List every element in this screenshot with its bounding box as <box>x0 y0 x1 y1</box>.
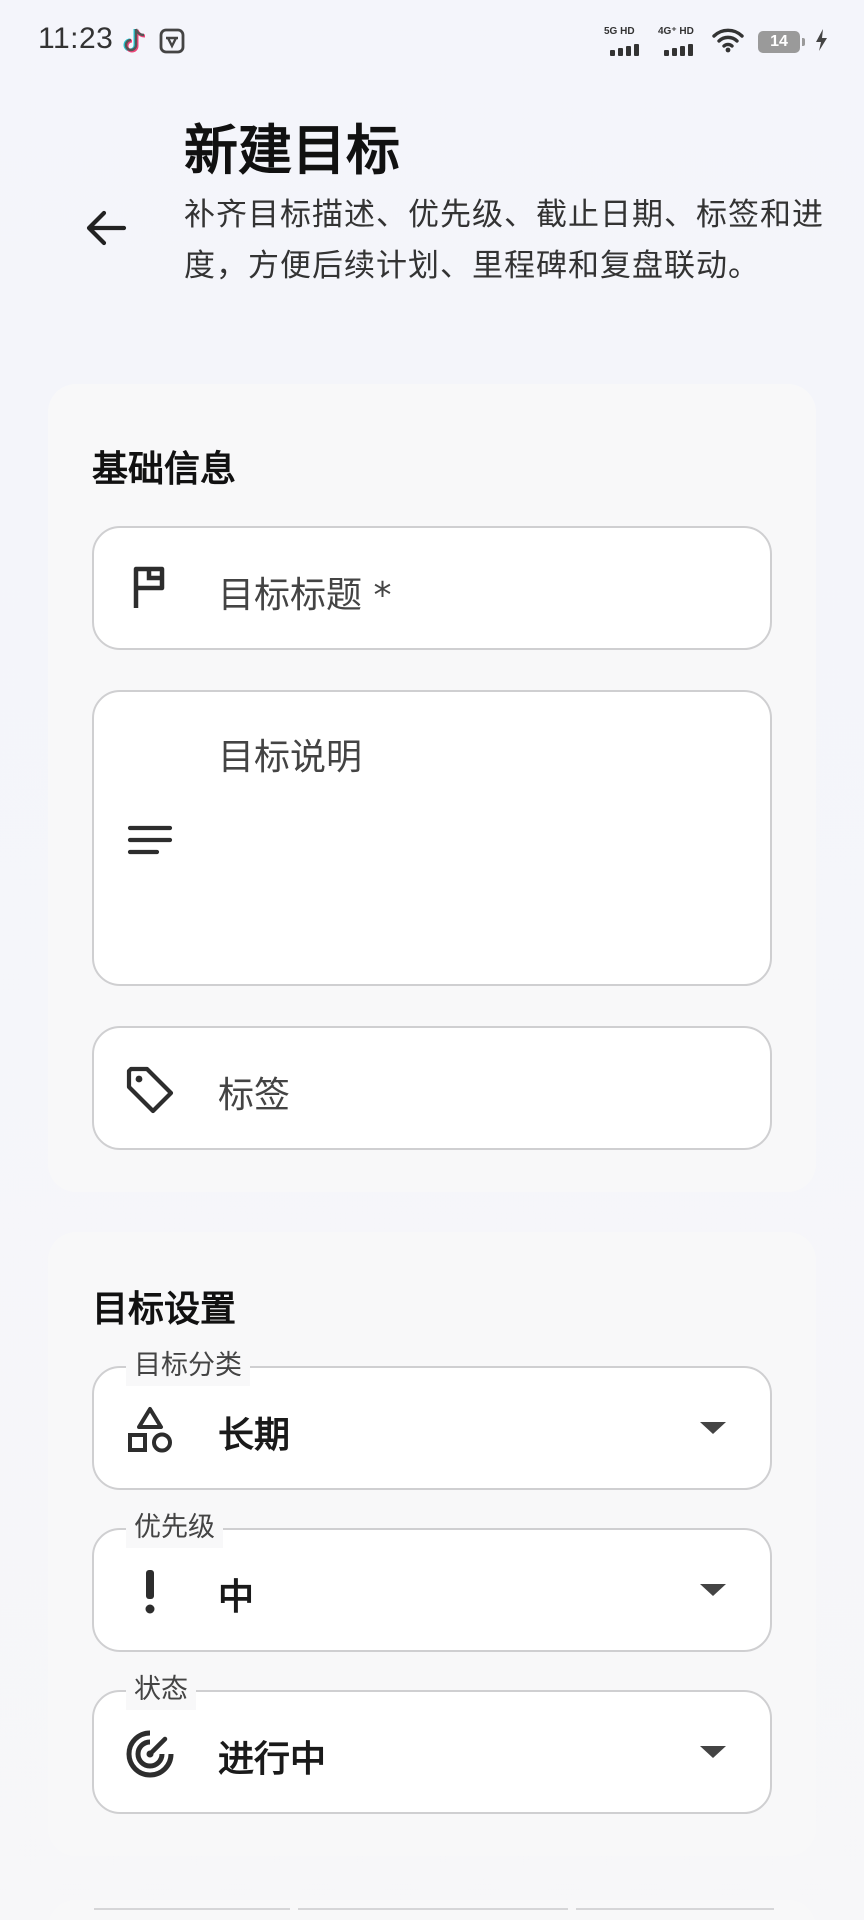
page-title: 新建目标 <box>184 119 400 182</box>
back-arrow-icon <box>86 210 127 246</box>
signal-4g-icon: 4G⁺ HD <box>658 26 698 58</box>
basic-info-card: 基础信息 目标标题 * 目标说明 标签 <box>48 384 816 1192</box>
status-label: 状态 <box>126 1670 196 1710</box>
next-section-card <box>48 1900 816 1920</box>
status-value: 进行中 <box>218 1739 327 1780</box>
tiktok-icon <box>120 26 148 60</box>
signal-5g-icon: 5G HD <box>604 26 644 58</box>
status-bar: 11:23 5G HD 4G⁺ HD 14 <box>0 0 864 84</box>
shapes-icon <box>124 1404 176 1456</box>
page-description: 补齐目标描述、优先级、截止日期、标签和进度，方便后续计划、里程碑和复盘联动。 <box>184 197 824 284</box>
flag-icon <box>124 562 176 614</box>
notes-icon <box>124 814 176 866</box>
clock: 11:23 <box>38 22 114 55</box>
segment-stub <box>94 1908 290 1916</box>
segment-stub <box>298 1908 568 1916</box>
category-value: 长期 <box>218 1415 291 1456</box>
app-notification-icon <box>158 26 186 60</box>
section-title-basic-info: 基础信息 <box>92 449 237 490</box>
goal-settings-card: 目标设置 目标分类 长期 优先级 中 状态 进行中 <box>48 1232 816 1856</box>
goal-description-field[interactable]: 目标说明 <box>92 690 772 986</box>
priority-value: 中 <box>218 1577 255 1618</box>
tag-icon <box>124 1064 176 1116</box>
dropdown-arrow-icon <box>700 1584 726 1596</box>
status-select[interactable]: 状态 进行中 <box>92 1670 772 1814</box>
battery-icon: 14 <box>758 31 805 53</box>
dropdown-arrow-icon <box>700 1746 726 1758</box>
segment-stub <box>576 1908 774 1916</box>
tags-placeholder: 标签 <box>218 1075 291 1116</box>
exclamation-icon <box>124 1566 176 1618</box>
section-title-goal-settings: 目标设置 <box>92 1289 237 1330</box>
wifi-icon <box>712 27 744 57</box>
category-label: 目标分类 <box>126 1346 250 1386</box>
goal-title-placeholder: 目标标题 * <box>218 575 392 616</box>
priority-label: 优先级 <box>126 1508 223 1548</box>
charging-icon <box>814 28 828 56</box>
category-select[interactable]: 目标分类 长期 <box>92 1346 772 1490</box>
target-icon <box>124 1728 176 1780</box>
dropdown-arrow-icon <box>700 1422 726 1434</box>
tags-field[interactable]: 标签 <box>92 1026 772 1150</box>
goal-description-placeholder: 目标说明 <box>218 737 363 778</box>
priority-select[interactable]: 优先级 中 <box>92 1508 772 1652</box>
back-button[interactable] <box>78 200 134 256</box>
goal-title-field[interactable]: 目标标题 * <box>92 526 772 650</box>
